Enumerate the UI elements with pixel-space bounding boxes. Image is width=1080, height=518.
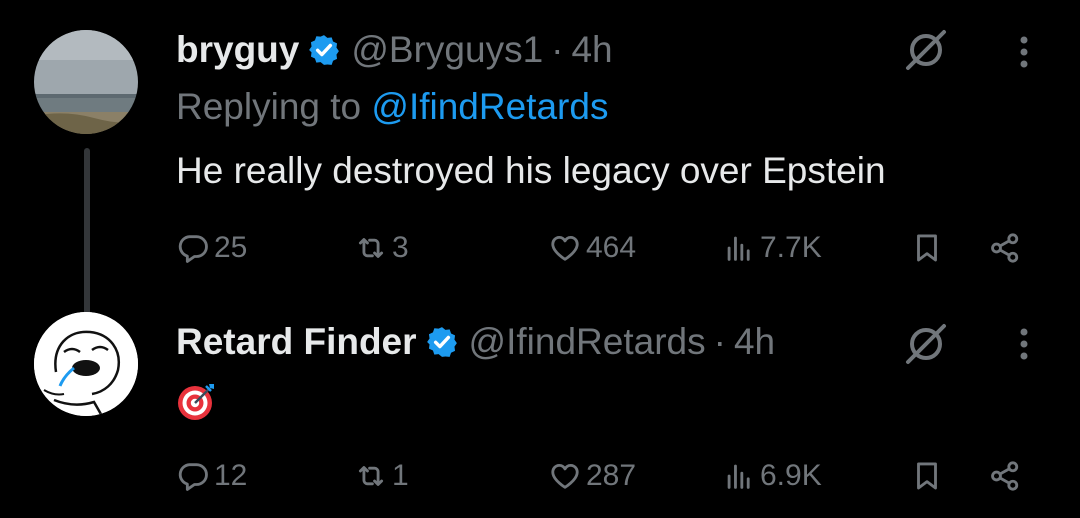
user-handle[interactable]: @IfindRetards [469, 321, 706, 363]
tweet-actions: 12 1 287 6.9K [176, 454, 1036, 498]
separator-dot: · [551, 29, 564, 70]
tweet-text: He really destroyed his legacy over Epst… [176, 150, 886, 191]
reply-button[interactable]: 25 [176, 226, 247, 270]
display-name[interactable]: bryguy [176, 29, 299, 71]
views-count: 6.9K [760, 459, 822, 492]
like-count: 287 [586, 459, 637, 492]
tweet-emoji-text: 🎯 [0, 300, 1, 301]
grok-icon[interactable] [904, 28, 948, 72]
bookmark-button[interactable] [910, 226, 948, 270]
share-button[interactable] [988, 226, 1026, 270]
share-icon [991, 233, 1019, 263]
replying-to-handle[interactable]: @IfindRetards [371, 86, 608, 127]
verified-badge-icon[interactable] [307, 33, 341, 67]
like-button[interactable]: 464 [548, 226, 636, 270]
retweet-count: 1 [392, 459, 409, 492]
retweet-icon [358, 238, 384, 258]
share-button[interactable] [988, 454, 1026, 498]
reply-icon [178, 235, 208, 263]
timestamp[interactable]: 4h [571, 29, 612, 71]
more-options-icon[interactable] [1014, 32, 1034, 72]
user-handle[interactable]: @Bryguys1 [351, 29, 543, 71]
reply-count: 25 [214, 231, 248, 264]
more-options-icon[interactable] [1014, 324, 1034, 364]
tweet-bryguy[interactable]: bryguy @Bryguys1 · 4h Replying to @Ifind… [0, 0, 1080, 316]
views-count: 7.7K [760, 231, 822, 264]
like-count: 464 [586, 231, 637, 264]
replying-to: Replying to @IfindRetards [176, 86, 608, 128]
avatar[interactable] [34, 30, 138, 134]
replying-to-label: Replying to [176, 86, 372, 127]
share-icon [991, 461, 1019, 491]
tweet-retard-finder[interactable]: Retard Finder @IfindRetards · 4h 🎯 12 [0, 300, 1080, 518]
heart-icon [551, 463, 579, 489]
views-button[interactable]: 6.9K [722, 454, 822, 498]
verified-badge-icon[interactable] [425, 325, 459, 359]
retweet-icon [358, 466, 384, 486]
heart-icon [551, 235, 579, 261]
retweet-count: 3 [392, 231, 409, 264]
timestamp[interactable]: 4h [734, 321, 775, 363]
bookmark-icon [917, 234, 937, 262]
display-name[interactable]: Retard Finder [176, 321, 417, 363]
tweet-header: bryguy @Bryguys1 · 4h [176, 28, 613, 71]
tweet-header: Retard Finder @IfindRetards · 4h [176, 320, 775, 363]
tweet-actions: 25 3 464 7.7K [176, 226, 1036, 270]
reply-icon [178, 463, 208, 491]
reply-button[interactable]: 12 [176, 454, 247, 498]
bookmark-icon [917, 462, 937, 490]
views-button[interactable]: 7.7K [722, 226, 822, 270]
retweet-button[interactable]: 3 [354, 226, 409, 270]
beach-photo-avatar-icon [34, 30, 138, 134]
bookmark-button[interactable] [910, 454, 948, 498]
separator-dot: · [713, 321, 726, 362]
reply-count: 12 [214, 459, 248, 492]
retweet-button[interactable]: 1 [354, 454, 409, 498]
direct-hit-emoji-icon [178, 384, 214, 420]
meme-face-avatar-icon [34, 312, 138, 416]
grok-icon[interactable] [904, 322, 948, 366]
views-chart-icon [727, 464, 750, 489]
thread-line [84, 148, 90, 316]
like-button[interactable]: 287 [548, 454, 636, 498]
avatar[interactable] [34, 312, 138, 416]
views-chart-icon [727, 236, 750, 261]
